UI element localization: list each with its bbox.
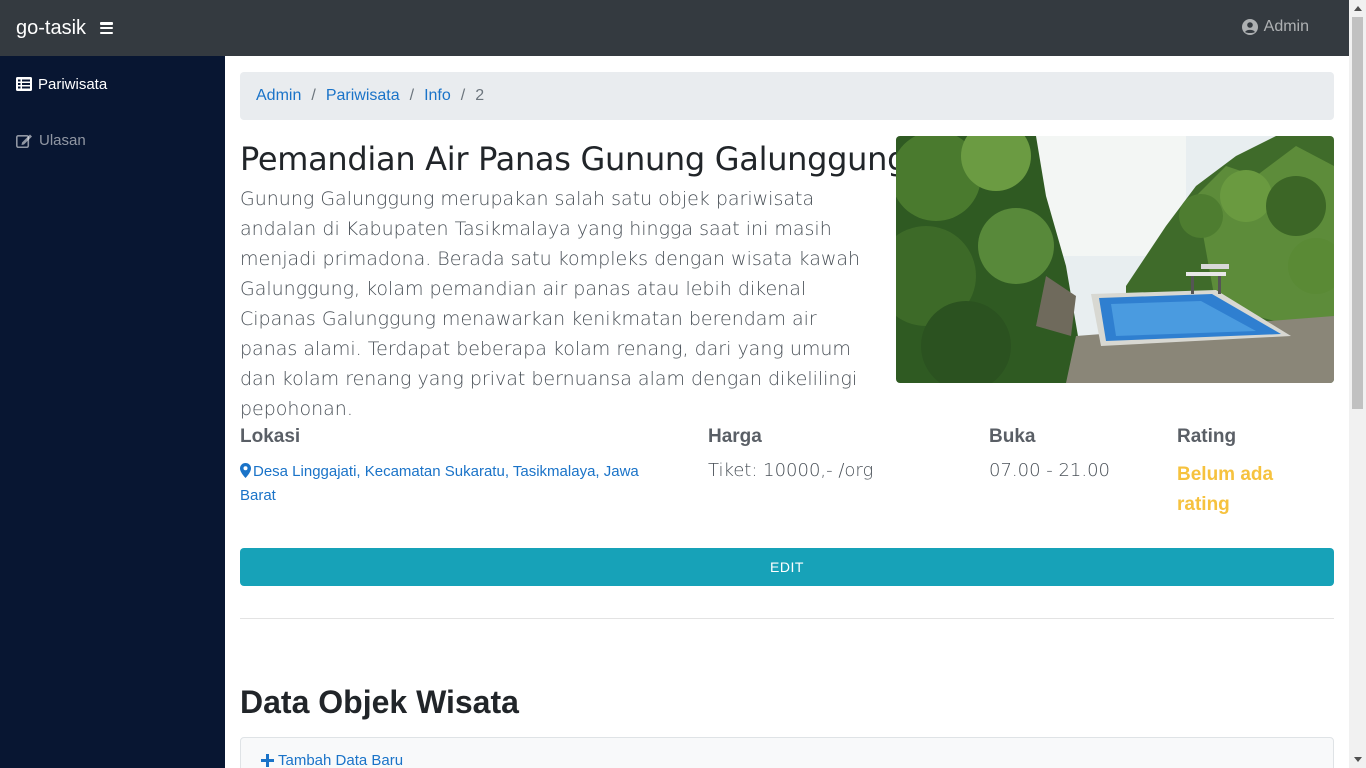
buka-value: 07.00 - 21.00 [989,460,1110,481]
scroll-up-arrow-icon[interactable] [1349,0,1366,17]
breadcrumb-info[interactable]: Info [424,87,451,105]
breadcrumb: Admin / Pariwisata / Info / 2 [240,72,1334,120]
buka-column: Buka 07.00 - 21.00 [989,426,1110,481]
data-card: Tambah Data Baru [240,737,1334,768]
sidebar-item-label: Pariwisata [38,75,108,93]
divider [240,618,1334,619]
user-name: Admin [1263,18,1309,35]
breadcrumb-pariwisata[interactable]: Pariwisata [326,87,400,105]
description-text: Gunung Galunggung merupakan salah satu o… [240,188,861,420]
user-menu[interactable]: Admin [1241,18,1309,36]
list-icon [16,77,32,91]
harga-value: Tiket: 10000,- /org [708,460,874,481]
sidebar-item-label: Ulasan [39,131,86,149]
edit-button[interactable]: EDIT [240,548,1334,586]
harga-label: Harga [708,426,762,447]
rating-label: Rating [1177,426,1237,447]
breadcrumb-admin[interactable]: Admin [256,87,301,105]
breadcrumb-separator: / [311,87,316,104]
lokasi-column: Lokasi Desa Linggajati, Kecamatan Sukara… [240,426,660,508]
rating-value: Belum ada rating [1177,464,1274,515]
buka-label: Buka [989,426,1036,447]
user-circle-icon [1241,19,1258,35]
add-new-data-label: Tambah Data Baru [278,752,404,768]
page-scrollbar[interactable] [1349,0,1366,768]
main-content: Admin / Pariwisata / Info / 2 Pemandian … [225,56,1349,768]
page-title: Pemandian Air Panas Gunung Galunggung [240,140,908,178]
sidebar-item-pariwisata[interactable]: Pariwisata [0,56,225,112]
brand-title[interactable]: go-tasik [16,17,86,40]
map-marker-icon [240,463,251,478]
add-new-data-link[interactable]: Tambah Data Baru [261,752,403,768]
harga-column: Harga Tiket: 10000,- /org [708,426,873,481]
lokasi-label: Lokasi [240,426,301,447]
menu-toggle-icon[interactable] [100,22,114,34]
edit-icon [16,134,32,148]
lokasi-link[interactable]: Desa Linggajati, Kecamatan Sukaratu, Tas… [240,460,660,508]
breadcrumb-current: 2 [475,87,485,104]
top-navbar: go-tasik Admin [0,0,1349,56]
scroll-down-arrow-icon[interactable] [1349,751,1366,768]
plus-icon [261,754,274,767]
rating-column: Rating Belum ada rating [1177,426,1297,520]
sidebar: Pariwisata Ulasan [0,56,225,768]
section-title: Data Objek Wisata [240,684,519,720]
breadcrumb-separator: / [409,87,415,104]
lokasi-value: Desa Linggajati, Kecamatan Sukaratu, Tas… [240,463,639,504]
scrollbar-thumb[interactable] [1352,17,1363,409]
sidebar-item-ulasan[interactable]: Ulasan [0,112,225,168]
destination-photo [896,136,1334,383]
breadcrumb-separator: / [460,87,466,104]
